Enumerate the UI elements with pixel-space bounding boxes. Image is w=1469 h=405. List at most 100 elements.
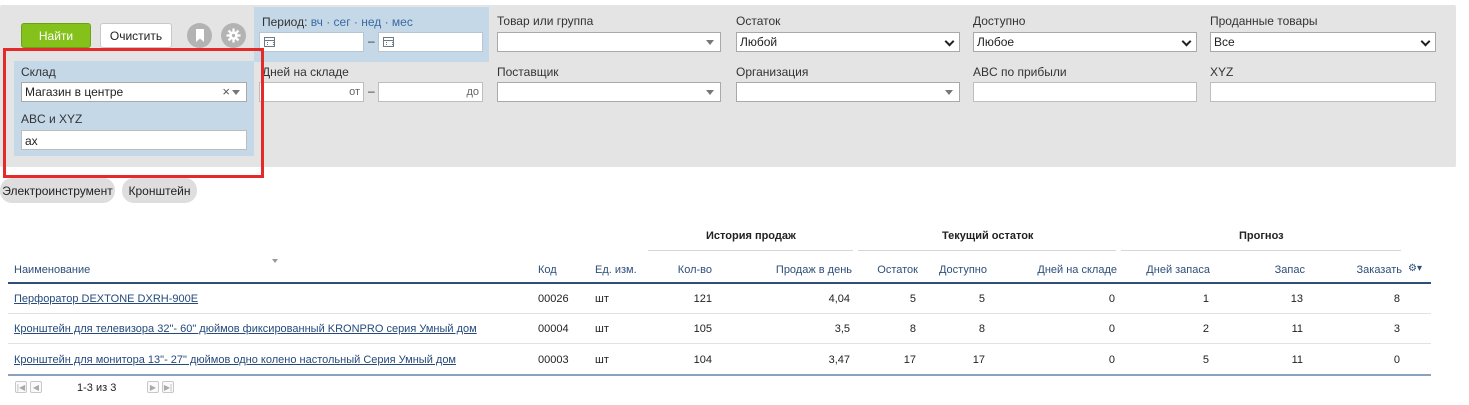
- table-footer-rule: [8, 374, 1431, 376]
- row-unit: шт: [595, 323, 609, 335]
- dropdown-arrow-icon: [945, 90, 953, 95]
- col-name[interactable]: Наименование: [14, 264, 90, 276]
- chevron-down-icon: [1181, 36, 1192, 47]
- row-divider: [8, 343, 1431, 344]
- row-stock: 11: [1291, 354, 1303, 366]
- col-days-in-stock[interactable]: Дней на складе: [1010, 264, 1117, 276]
- pagination-summary: 1-3 из 3: [77, 382, 117, 394]
- col-stock[interactable]: Запас: [1260, 264, 1305, 276]
- group-divider: [858, 250, 1116, 251]
- gear-icon: [226, 28, 241, 43]
- col-balance[interactable]: Остаток: [860, 264, 918, 276]
- dropdown-arrow-icon: [706, 90, 714, 95]
- clear-button[interactable]: Очистить: [100, 23, 172, 48]
- row-stock: 13: [1290, 293, 1303, 305]
- row-balance: 17: [903, 354, 916, 366]
- row-sales-per-day: 3,47: [828, 354, 850, 366]
- col-order[interactable]: Заказать: [1330, 264, 1403, 276]
- tag-chip[interactable]: Кронштейн: [122, 178, 197, 203]
- row-days-in-stock: 0: [1108, 323, 1115, 335]
- row-days-supply: 5: [1202, 354, 1209, 366]
- group-divider: [1121, 250, 1401, 251]
- tag-chip[interactable]: Электроинструмент: [0, 178, 115, 203]
- sort-arrow-icon[interactable]: [272, 259, 278, 263]
- period-label: Период: вч · сег · нед · мес: [262, 15, 413, 29]
- row-order: 8: [1393, 293, 1400, 305]
- row-days-supply: 1: [1202, 293, 1209, 305]
- row-balance: 8: [909, 323, 916, 335]
- row-available: 5: [978, 293, 985, 305]
- days-in-stock-from-input[interactable]: от: [259, 82, 364, 102]
- group-divider: [648, 250, 853, 251]
- to-placeholder: до: [466, 86, 479, 98]
- row-code: 00026: [538, 293, 569, 305]
- chevron-down-icon: [1420, 36, 1431, 47]
- period-dash: –: [368, 34, 375, 48]
- period-label-text: Период:: [262, 15, 308, 29]
- col-code[interactable]: Код: [538, 264, 557, 276]
- row-name-link[interactable]: Кронштейн для телевизора 32"- 60" дюймов…: [14, 323, 477, 335]
- calendar-icon[interactable]: [264, 37, 275, 47]
- row-sales-per-day: 3,5: [834, 323, 850, 335]
- group-forecast: Прогноз: [1239, 230, 1284, 242]
- supplier-filter-label: Поставщик: [497, 65, 559, 79]
- sold-select[interactable]: Все: [1210, 32, 1436, 52]
- row-code: 00003: [538, 354, 569, 366]
- row-days-supply: 2: [1202, 323, 1209, 335]
- table-settings-gear-icon[interactable]: ⚙▾: [1408, 263, 1422, 274]
- row-balance: 5: [909, 293, 916, 305]
- settings-button[interactable]: [221, 23, 246, 48]
- chevron-down-icon: [944, 36, 955, 47]
- balance-filter-label: Остаток: [736, 14, 781, 28]
- supplier-filter-input[interactable]: [497, 82, 721, 102]
- abc-profit-label: ABC по прибыли: [973, 65, 1067, 79]
- period-from-input[interactable]: [259, 32, 364, 52]
- col-unit[interactable]: Ед. изм.: [595, 264, 637, 276]
- row-unit: шт: [595, 293, 609, 305]
- row-divider: [8, 313, 1431, 314]
- available-select-value: Любое: [977, 35, 1015, 49]
- col-sales-per-day[interactable]: Продаж в день: [750, 264, 852, 276]
- period-quick-links[interactable]: вч · сег · нед · мес: [311, 15, 413, 29]
- row-name-link[interactable]: Кронштейн для монитора 13"- 27" дюймов о…: [14, 354, 456, 366]
- days-dash: –: [368, 84, 375, 98]
- col-days-supply[interactable]: Дней запаса: [1130, 264, 1210, 276]
- row-order: 0: [1393, 354, 1400, 366]
- col-qty[interactable]: Кол-во: [662, 264, 712, 276]
- prev-page-button[interactable]: ◀: [30, 381, 42, 393]
- xyz-label: XYZ: [1210, 65, 1234, 79]
- row-days-in-stock: 0: [1108, 293, 1115, 305]
- xyz-input[interactable]: [1210, 82, 1436, 102]
- product-filter-label: Товар или группа: [497, 14, 594, 28]
- row-order: 3: [1393, 323, 1400, 335]
- find-button[interactable]: Найти: [21, 23, 91, 48]
- last-page-button[interactable]: ▶|: [162, 381, 174, 393]
- sold-filter-label: Проданные товары: [1210, 14, 1318, 28]
- col-available[interactable]: Доступно: [925, 264, 987, 276]
- product-filter-input[interactable]: [497, 32, 721, 52]
- row-qty: 105: [693, 323, 712, 335]
- table-header-rule: [8, 282, 1431, 284]
- row-days-in-stock: 0: [1108, 354, 1115, 366]
- calendar-icon[interactable]: [383, 37, 394, 47]
- row-unit: шт: [595, 354, 609, 366]
- balance-select[interactable]: Любой: [736, 32, 960, 52]
- period-to-input[interactable]: [378, 32, 483, 52]
- next-page-button[interactable]: ▶: [147, 381, 159, 393]
- balance-select-value: Любой: [740, 35, 778, 49]
- from-placeholder: от: [349, 86, 360, 98]
- organization-filter-label: Организация: [736, 65, 809, 79]
- row-available: 8: [978, 323, 985, 335]
- available-select[interactable]: Любое: [973, 32, 1197, 52]
- days-in-stock-to-input[interactable]: до: [378, 82, 483, 102]
- row-qty: 121: [693, 293, 712, 305]
- row-qty: 104: [693, 354, 712, 366]
- highlight-frame: [3, 48, 264, 178]
- group-sales-history: История продаж: [706, 230, 796, 242]
- abc-profit-input[interactable]: [973, 82, 1197, 102]
- bookmark-button[interactable]: [187, 23, 212, 48]
- first-page-button[interactable]: |◀: [15, 381, 27, 393]
- row-name-link[interactable]: Перфоратор DEXTONE DXRH-900E: [14, 293, 198, 305]
- sold-select-value: Все: [1214, 35, 1235, 49]
- organization-filter-input[interactable]: [736, 82, 960, 102]
